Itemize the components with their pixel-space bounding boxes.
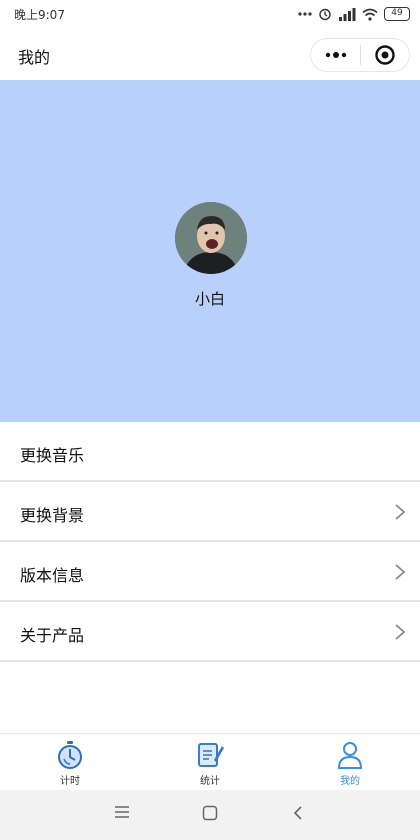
menu-item-about-product[interactable]: 关于产品	[0, 602, 420, 662]
mini-program-capsule	[310, 38, 410, 72]
more-dots-icon	[325, 52, 346, 58]
home-square-icon[interactable]	[202, 805, 218, 821]
avatar-photo-icon	[175, 202, 247, 274]
target-circle-icon	[375, 45, 395, 65]
menu-item-label: 更换音乐	[20, 446, 85, 465]
profile-banner: 小白	[0, 80, 420, 422]
alarm-icon	[319, 8, 331, 21]
more-dots-icon	[298, 12, 312, 16]
close-button[interactable]	[361, 38, 409, 72]
status-icons: 49	[298, 6, 410, 22]
chevron-right-icon	[395, 564, 406, 580]
menu-item-change-music[interactable]: 更换音乐	[0, 422, 420, 482]
stopwatch-icon	[58, 741, 82, 769]
chevron-right-icon	[395, 504, 406, 520]
menu-item-label: 版本信息	[20, 566, 85, 585]
signal-icon	[339, 8, 356, 21]
settings-menu: 更换音乐 更换背景 版本信息 关于产品	[0, 422, 420, 662]
nav-bar: 我的	[0, 30, 420, 80]
page-title: 我的	[18, 48, 51, 67]
tab-timer[interactable]: 计时	[0, 734, 140, 790]
status-time: 晚上9:07	[14, 8, 65, 22]
tab-statistics[interactable]: 统计	[140, 734, 280, 790]
menu-lines-icon[interactable]	[114, 805, 130, 819]
battery-indicator: 49	[384, 7, 410, 21]
username: 小白	[194, 290, 225, 308]
more-button[interactable]	[311, 38, 360, 72]
menu-item-label: 关于产品	[20, 626, 85, 645]
notepad-icon	[198, 743, 224, 767]
menu-item-version-info[interactable]: 版本信息	[0, 542, 420, 602]
menu-item-change-background[interactable]: 更换背景	[0, 482, 420, 542]
tab-label: 统计	[200, 776, 220, 787]
tab-label: 计时	[60, 776, 80, 787]
menu-item-label: 更换背景	[20, 506, 85, 525]
tab-label: 我的	[340, 776, 360, 787]
status-bar: 晚上9:07 49	[0, 0, 420, 30]
chevron-right-icon	[395, 624, 406, 640]
back-chevron-icon[interactable]	[292, 805, 304, 821]
tab-profile[interactable]: 我的	[280, 734, 420, 790]
avatar[interactable]	[175, 202, 247, 274]
tab-bar: 计时 统计 我的	[0, 733, 420, 790]
wifi-icon	[362, 8, 378, 21]
system-nav-bar	[0, 790, 420, 840]
person-icon	[337, 742, 363, 769]
